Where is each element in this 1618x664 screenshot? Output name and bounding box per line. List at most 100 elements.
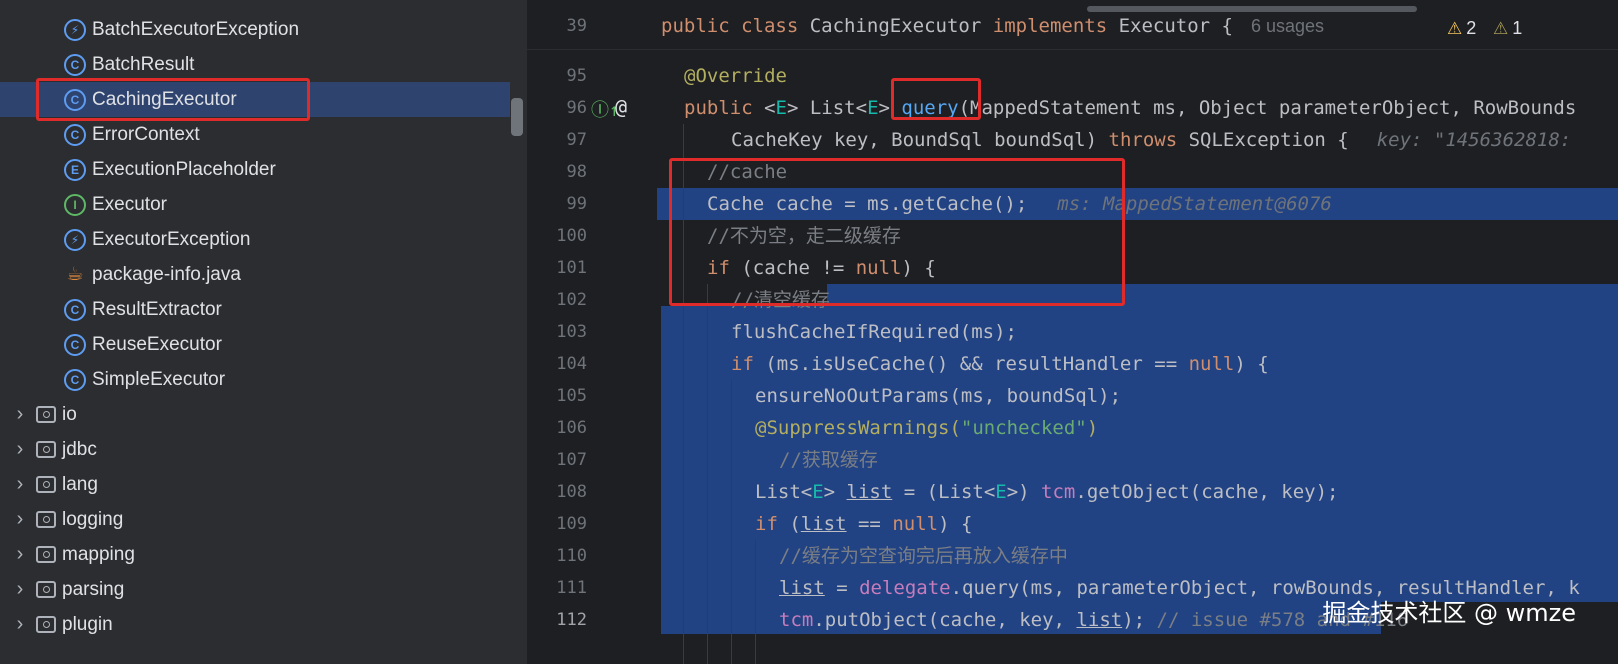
chevron-right-icon[interactable]: › bbox=[10, 578, 30, 601]
keyword: public bbox=[684, 97, 765, 119]
tree-item-executorexception[interactable]: ⚡ ExecutorException bbox=[0, 222, 510, 257]
highlight-box-cache bbox=[669, 158, 1125, 306]
line-number: 103 bbox=[556, 322, 587, 342]
code-token: flushCacheIfRequired(ms); bbox=[731, 321, 1017, 343]
keyword: public class bbox=[661, 15, 810, 37]
tree-folder-lang[interactable]: › lang bbox=[0, 467, 510, 502]
type-param: E bbox=[995, 481, 1007, 503]
weak-warnings-indicator[interactable]: ⚠ 1 bbox=[1493, 18, 1522, 39]
tree-item-label: ExecutorException bbox=[92, 228, 251, 250]
tree-folder-label: jdbc bbox=[62, 438, 97, 460]
line-number: 109 bbox=[556, 514, 587, 534]
tree-folder-mapping[interactable]: › mapping bbox=[0, 537, 510, 572]
tree-item-package-info[interactable]: ☕ package-info.java bbox=[0, 257, 510, 292]
variable: list bbox=[800, 513, 847, 535]
tree-folder-label: io bbox=[62, 403, 77, 425]
tree-item-reuseexecutor[interactable]: C ReuseExecutor bbox=[0, 327, 510, 362]
chevron-right-icon[interactable]: › bbox=[10, 508, 30, 531]
usages-hint[interactable]: 6 usages bbox=[1251, 16, 1324, 36]
annotation: @SuppressWarnings( bbox=[755, 417, 961, 439]
tree-item-simpleexecutor[interactable]: C SimpleExecutor bbox=[0, 362, 510, 397]
tree-scrollbar[interactable] bbox=[511, 98, 523, 136]
interface-name: Executor { bbox=[1118, 15, 1233, 37]
code-line-108: List<E> list = (List<E>) tcm.getObject(c… bbox=[755, 476, 1338, 508]
chevron-right-icon[interactable]: › bbox=[10, 613, 30, 636]
line-number: 39 bbox=[566, 16, 587, 36]
tree-folder-parsing[interactable]: › parsing bbox=[0, 572, 510, 607]
keyword: implements bbox=[992, 15, 1119, 37]
code-line-109: if (list == null) { bbox=[755, 508, 972, 540]
type-param: E bbox=[775, 97, 787, 119]
interface-icon: I bbox=[64, 193, 86, 216]
indent-guide bbox=[755, 540, 756, 664]
line-number: 112 bbox=[556, 610, 587, 630]
code-token: (ms.isUseCache() && resultHandler == bbox=[765, 353, 1189, 375]
type-param: E bbox=[867, 97, 879, 119]
tree-folder-logging[interactable]: › logging bbox=[0, 502, 510, 537]
code-token: .putObject(cache, key, bbox=[813, 609, 1077, 631]
code-editor[interactable]: 39 public class CachingExecutor implemen… bbox=[527, 0, 1618, 664]
class-icon: C bbox=[64, 53, 86, 76]
line-number: 101 bbox=[556, 258, 587, 278]
indent-guide bbox=[707, 284, 708, 664]
code-token: == bbox=[846, 513, 893, 535]
code-line-112: tcm.putObject(cache, key, list); // issu… bbox=[779, 604, 1408, 636]
package-folder-icon bbox=[36, 476, 56, 493]
code-line-107: //获取缓存 bbox=[779, 444, 878, 476]
code-line-95: @Override bbox=[684, 60, 787, 92]
tree-item-label: BatchExecutorException bbox=[92, 18, 300, 40]
tree-folder-jdbc[interactable]: › jdbc bbox=[0, 432, 510, 467]
line-number: 99 bbox=[566, 194, 587, 214]
line-number: 100 bbox=[556, 226, 587, 246]
tree-item-executor[interactable]: I Executor bbox=[0, 187, 510, 222]
code-token: CacheKey key, BoundSql boundSql) bbox=[731, 129, 1109, 151]
tree-item-label: BatchResult bbox=[92, 53, 195, 75]
code-token: = (List< bbox=[892, 481, 996, 503]
tree-item-batchresult[interactable]: C BatchResult bbox=[0, 47, 510, 82]
annotation: @Override bbox=[684, 65, 787, 87]
tree-item-label: ExecutionPlaceholder bbox=[92, 158, 276, 180]
mapper-link-icon[interactable]: @ bbox=[615, 95, 627, 119]
line-number: 102 bbox=[556, 290, 587, 310]
exception-class-icon: ⚡ bbox=[64, 18, 86, 41]
chevron-right-icon[interactable]: › bbox=[10, 543, 30, 566]
line-number: 111 bbox=[556, 578, 587, 598]
code-token: ) { bbox=[1234, 353, 1269, 375]
line-number: 96 bbox=[566, 98, 587, 118]
tree-folder-plugin[interactable]: › plugin bbox=[0, 607, 510, 642]
code-line-104: if (ms.isUseCache() && resultHandler == … bbox=[731, 348, 1269, 380]
class-icon: C bbox=[64, 333, 86, 356]
line-number: 98 bbox=[566, 162, 587, 182]
keyword: null bbox=[892, 513, 939, 535]
tree-item-errorcontext[interactable]: C ErrorContext bbox=[0, 117, 510, 152]
code-token: (MappedStatement ms, Object parameterObj… bbox=[958, 97, 1577, 119]
code-token: ) { bbox=[938, 513, 973, 535]
chevron-right-icon[interactable]: › bbox=[10, 438, 30, 461]
code-line-105: ensureNoOutParams(ms, boundSql); bbox=[755, 380, 1121, 412]
line-number: 110 bbox=[556, 546, 587, 566]
tree-item-label: ReuseExecutor bbox=[92, 333, 222, 355]
highlight-box-tree bbox=[36, 78, 310, 121]
class-name: CachingExecutor bbox=[809, 15, 993, 37]
tree-item-batchexecutorexception[interactable]: ⚡ BatchExecutorException bbox=[0, 12, 510, 47]
chevron-right-icon[interactable]: › bbox=[10, 403, 30, 426]
warning-count: 2 bbox=[1466, 18, 1477, 38]
annotation: ) bbox=[1086, 417, 1099, 439]
tree-item-resultextractor[interactable]: C ResultExtractor bbox=[0, 292, 510, 327]
comment: //获取缓存 bbox=[779, 449, 878, 471]
tree-folder-io[interactable]: › io bbox=[0, 397, 510, 432]
package-folder-icon bbox=[36, 581, 56, 598]
class-icon: C bbox=[64, 368, 86, 391]
horizontal-scrollbar[interactable] bbox=[1087, 6, 1417, 12]
tree-item-executionplaceholder[interactable]: E ExecutionPlaceholder bbox=[0, 152, 510, 187]
chevron-right-icon[interactable]: › bbox=[10, 473, 30, 496]
warnings-indicator[interactable]: ⚠ 2 bbox=[1447, 18, 1476, 39]
code-token: = bbox=[824, 577, 860, 599]
package-folder-icon bbox=[36, 441, 56, 458]
highlight-box-query bbox=[891, 78, 981, 120]
line-number: 105 bbox=[556, 386, 587, 406]
field: tcm bbox=[1041, 481, 1076, 503]
code-token: List< bbox=[755, 481, 813, 503]
watermark: 掘金技术社区 @ wmze bbox=[1322, 599, 1576, 627]
code-token: >) bbox=[1006, 481, 1042, 503]
